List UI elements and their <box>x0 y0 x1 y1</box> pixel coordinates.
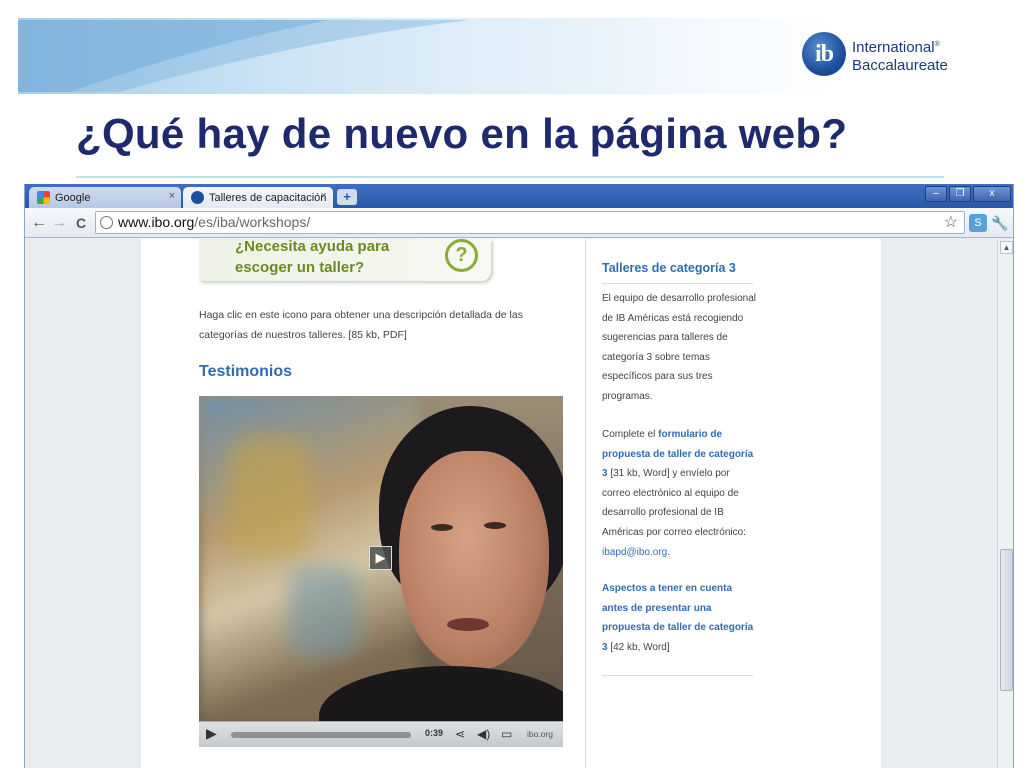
video-person-eye <box>431 524 453 531</box>
reload-button[interactable]: C <box>71 213 91 233</box>
help-banner[interactable]: ¿Necesita ayuda para escoger un taller? … <box>199 239 491 281</box>
address-bar[interactable]: www.ibo.org/es/iba/workshops/ ☆ <box>95 211 965 234</box>
video-time: 0:39 <box>425 728 444 738</box>
url-host: www.ibo.org <box>118 214 195 230</box>
vertical-scrollbar[interactable]: ▲ <box>997 239 1013 768</box>
browser-toolbar: ← → C www.ibo.org/es/iba/workshops/ ☆ S … <box>25 208 1013 238</box>
minimize-button[interactable]: – <box>925 186 947 202</box>
video-background-blob <box>289 566 359 656</box>
page-viewport: ¿Necesita ayuda para escoger un taller? … <box>25 239 997 768</box>
scroll-thumb[interactable] <box>1000 549 1013 691</box>
sidebar-paragraph-1: El equipo de desarrollo profesional de I… <box>602 293 756 402</box>
sidebar-title: Talleres de categoría 3 <box>602 261 736 275</box>
tab-label: Google <box>55 191 91 204</box>
para2-suffix: [31 kb, Word] y envíelo por correo elect… <box>602 468 746 538</box>
volume-icon[interactable]: ◀) <box>477 727 490 741</box>
video-person-eye <box>484 522 506 529</box>
help-banner-text: ¿Necesita ayuda para escoger un taller? <box>235 239 389 278</box>
ib-logo-text: International® Baccalaureate <box>852 36 948 75</box>
question-mark-icon[interactable]: ? <box>445 239 478 272</box>
bookmark-star-icon[interactable]: ☆ <box>944 212 958 233</box>
help-line-1: ¿Necesita ayuda para <box>235 239 390 255</box>
video-player[interactable]: ▶ <box>199 396 563 746</box>
tab-talleres[interactable]: Talleres de capacitación × <box>183 187 333 208</box>
tab-google[interactable]: Google × <box>29 187 181 208</box>
help-description: Haga clic en este icono para obtener una… <box>199 309 523 341</box>
sidebar-paragraph-3: Aspectos a tener en cuenta antes de pres… <box>602 579 757 657</box>
globe-icon <box>100 216 113 229</box>
tab-label: Talleres de capacitación <box>209 191 327 204</box>
play-icon[interactable]: ▶ <box>206 725 217 742</box>
testimonios-heading: Testimonios <box>199 363 293 380</box>
column-divider <box>585 239 586 768</box>
scroll-up-icon[interactable]: ▲ <box>1000 241 1013 254</box>
restore-button[interactable]: ❐ <box>949 186 971 202</box>
help-line-2: escoger un taller? <box>235 259 365 276</box>
para2-prefix: Complete el <box>602 429 659 440</box>
video-brand: ibo.org <box>527 729 553 739</box>
tab-close-icon[interactable]: × <box>321 190 327 202</box>
logo-line-1: International <box>852 39 935 56</box>
google-favicon-icon <box>37 191 50 204</box>
title-divider <box>76 176 944 178</box>
logo-registered: ® <box>934 41 940 48</box>
back-button[interactable]: ← <box>29 213 49 233</box>
fullscreen-icon[interactable]: ▭ <box>501 727 512 741</box>
logo-line-2: Baccalaureate <box>852 57 948 74</box>
sidebar-divider <box>602 283 753 284</box>
slide-title: ¿Qué hay de nuevo en la página web? <box>76 110 848 157</box>
web-page: ¿Necesita ayuda para escoger un taller? … <box>141 239 881 768</box>
share-icon[interactable]: ⋖ <box>455 727 465 741</box>
tab-close-icon[interactable]: × <box>169 190 175 202</box>
video-background-blob <box>229 436 309 556</box>
video-person-mouth <box>447 618 489 631</box>
video-person-face <box>399 451 549 671</box>
url-path: /es/iba/workshops/ <box>194 214 311 230</box>
new-tab-button[interactable]: + <box>337 189 357 205</box>
extension-icon[interactable]: S <box>969 214 987 232</box>
para3-suffix: [42 kb, Word] <box>607 641 670 653</box>
ib-logo-mark: ib <box>802 32 846 76</box>
video-progress-bar[interactable] <box>231 732 411 738</box>
window-controls: – ❐ x <box>925 186 1011 202</box>
browser-window: Google × Talleres de capacitación × + – … <box>24 184 1014 768</box>
email-link[interactable]: ibapd@ibo.org <box>602 547 667 558</box>
tab-strip: Google × Talleres de capacitación × + – … <box>25 184 1013 208</box>
slide: ib International® Baccalaureate ¿Qué hay… <box>0 0 1024 768</box>
play-overlay-icon[interactable]: ▶ <box>369 546 392 570</box>
sidebar-paragraph-2: Complete el formulario de propuesta de t… <box>602 425 757 562</box>
ib-favicon-icon <box>191 191 204 204</box>
video-controls: ▶ 0:39 ⋖ ◀) ▭ ibo.org <box>199 721 563 747</box>
para2-end: . <box>667 546 670 558</box>
close-window-button[interactable]: x <box>973 186 1011 202</box>
wrench-icon[interactable]: 🔧 <box>991 214 1009 232</box>
forward-button[interactable]: → <box>49 213 69 233</box>
sidebar-divider <box>602 675 753 676</box>
